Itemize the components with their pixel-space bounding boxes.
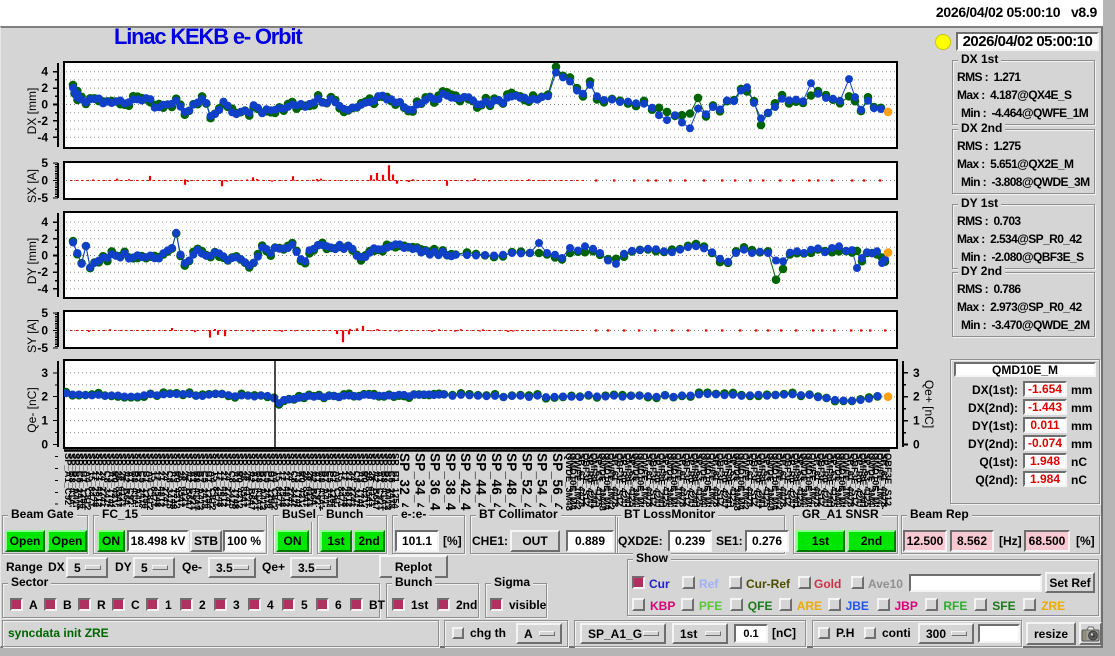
svg-text:3: 3 [913,366,920,380]
svg-text:SP_46_4: SP_46_4 [489,453,504,511]
svg-text:0: 0 [913,438,920,452]
svg-text:SP_56_4: SP_56_4 [550,453,565,511]
svg-text:5: 5 [41,306,48,320]
svg-text:QBF3E_S12: QBF3E_S12 [883,453,894,506]
svg-text:0: 0 [41,324,48,338]
svg-text:5: 5 [41,156,48,170]
svg-text:SX [A]: SX [A] [25,169,39,203]
svg-text:Qe- [nC]: Qe- [nC] [25,387,39,432]
svg-text:0: 0 [41,174,48,188]
svg-text:0: 0 [41,249,48,263]
svg-text:SY [A]: SY [A] [25,319,39,353]
svg-text:2: 2 [41,81,48,95]
svg-text:2: 2 [41,232,48,246]
svg-text:1: 1 [41,414,48,428]
svg-text:DY [mm]: DY [mm] [25,238,39,284]
svg-text:2: 2 [41,390,48,404]
svg-text:0: 0 [41,98,48,112]
svg-text:Qe+ [nC]: Qe+ [nC] [922,380,935,428]
svg-text:3: 3 [41,366,48,380]
svg-text:2: 2 [913,390,920,404]
svg-text:SP_42_4: SP_42_4 [458,453,473,511]
svg-text:0: 0 [41,438,48,452]
svg-text:SP_48_4: SP_48_4 [504,453,519,511]
svg-text:SP_54_4: SP_54_4 [535,453,550,511]
svg-text:4: 4 [41,65,48,79]
svg-text:SP_44_4: SP_44_4 [474,453,489,511]
svg-text:SP_32_4: SP_32_4 [397,453,412,511]
svg-text:4: 4 [41,215,48,229]
svg-text:SP_38_4: SP_38_4 [443,453,458,511]
svg-text:SP_52_4: SP_52_4 [519,453,534,511]
svg-text:DX [mm]: DX [mm] [25,88,39,135]
svg-text:SP_36_4: SP_36_4 [428,453,443,511]
svg-text:SP_34_4: SP_34_4 [412,453,427,511]
svg-text:1: 1 [913,414,920,428]
